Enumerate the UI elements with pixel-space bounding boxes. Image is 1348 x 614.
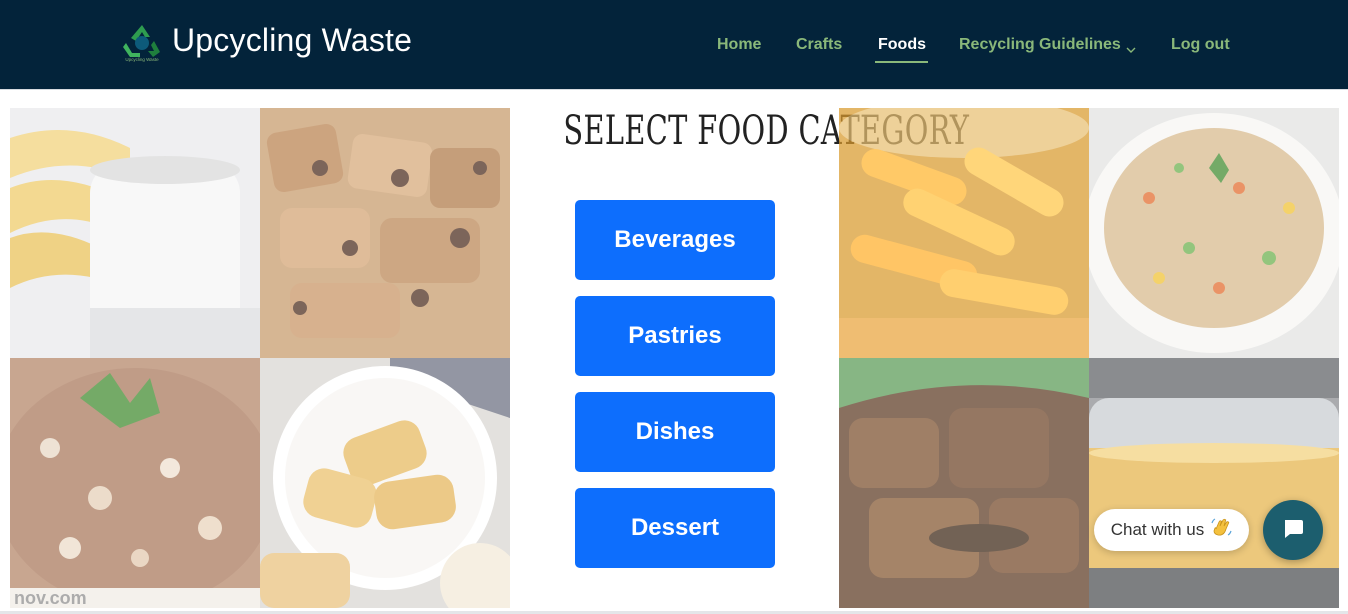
recycle-icon[interactable]: Upcycling Waste (118, 21, 166, 63)
chat-button[interactable] (1263, 500, 1323, 560)
nav-crafts[interactable]: Crafts (796, 36, 842, 54)
beverages-button[interactable]: Beverages (575, 200, 775, 280)
page-title: SELECT FOOD CATEGORY (563, 108, 970, 154)
image-toast-slices (260, 358, 510, 608)
chat-label: Chat with us (1110, 520, 1205, 539)
image-bread-pudding (260, 108, 510, 358)
chevron-down-icon[interactable] (1126, 41, 1136, 53)
active-nav-indicator (875, 61, 928, 63)
image-banana-coffee (10, 108, 260, 358)
image-braised-meat-stew (839, 358, 1089, 608)
pastries-button[interactable]: Pastries (575, 296, 775, 376)
image-fried-rice-parsley: nov.com (10, 358, 260, 608)
nav-home[interactable]: Home (717, 36, 761, 54)
dishes-button[interactable]: Dishes (575, 392, 775, 472)
brand-name[interactable]: Upcycling Waste (172, 22, 412, 59)
waving-hand-icon (1210, 517, 1232, 544)
image-watermark: nov.com (14, 588, 87, 608)
logo-caption: Upcycling Waste (125, 57, 159, 62)
chat-prompt[interactable]: Chat with us (1094, 509, 1249, 551)
image-vegetable-fried-rice (1089, 108, 1339, 358)
chat-bubble-icon (1281, 516, 1305, 545)
nav-logout[interactable]: Log out (1171, 36, 1230, 54)
image-pickled-fruit-jar (839, 108, 1089, 358)
nav-foods[interactable]: Foods (878, 36, 926, 54)
image-boiling-soup-pot (1089, 358, 1339, 608)
navbar: Upcycling Waste Upcycling Waste Home Cra… (0, 0, 1348, 90)
dessert-button[interactable]: Dessert (575, 488, 775, 568)
nav-recycling-guidelines[interactable]: Recycling Guidelines (959, 36, 1121, 54)
